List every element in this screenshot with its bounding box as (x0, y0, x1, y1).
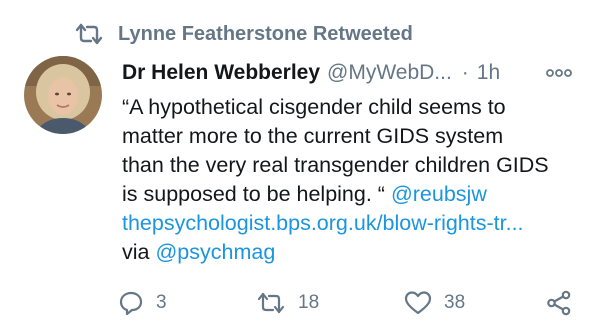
tweet-body: “A hypothetical cisgender child seems to… (122, 93, 592, 267)
author-avatar[interactable] (24, 56, 102, 134)
retweet-banner-label[interactable]: Lynne Featherstone Retweeted (118, 23, 413, 46)
share-button[interactable] (546, 288, 572, 318)
more-options-icon[interactable] (546, 66, 572, 78)
retweet-banner[interactable]: Lynne Featherstone Retweeted (74, 20, 413, 48)
header-separator: · (461, 61, 469, 84)
tweet-timestamp[interactable]: 1h (477, 61, 500, 85)
mention-link-reubsjw[interactable]: @reubsjw (391, 182, 487, 206)
like-button[interactable]: 38 (404, 288, 465, 318)
like-count: 38 (444, 292, 466, 313)
via-label: via (122, 240, 156, 264)
author-name[interactable]: Dr Helen Webberley (122, 61, 320, 85)
author-handle[interactable]: @MyWebD... (327, 61, 452, 85)
reply-icon (118, 290, 144, 316)
tweet-header: Dr Helen Webberley @MyWebD... · 1h (122, 58, 582, 88)
tweet-text-line-with-mention: is supposed to be helping. “ @reubsjw (122, 180, 592, 209)
tweet-text-line: “A hypothetical cisgender child seems to (122, 95, 506, 119)
share-icon (546, 290, 572, 316)
article-link[interactable]: thepsychologist.bps.org.uk/blow-rights-t… (122, 209, 592, 238)
retweet-count: 18 (298, 292, 320, 313)
via-line: via @psychmag (122, 238, 592, 267)
heart-icon (404, 290, 432, 316)
mention-link-psychmag[interactable]: @psychmag (155, 240, 275, 264)
retweet-icon (256, 290, 286, 316)
retweet-icon (74, 22, 104, 46)
retweet-button[interactable]: 18 (256, 288, 319, 318)
tweet-text-line: is supposed to be helping. “ (122, 182, 391, 206)
tweet-actions: 3 18 38 (0, 288, 600, 318)
reply-button[interactable]: 3 (118, 288, 167, 318)
reply-count: 3 (156, 292, 167, 313)
tweet-text-line: than the very real transgender children … (122, 153, 549, 177)
tweet-text-line: matter more to the current GIDS system (122, 124, 504, 148)
